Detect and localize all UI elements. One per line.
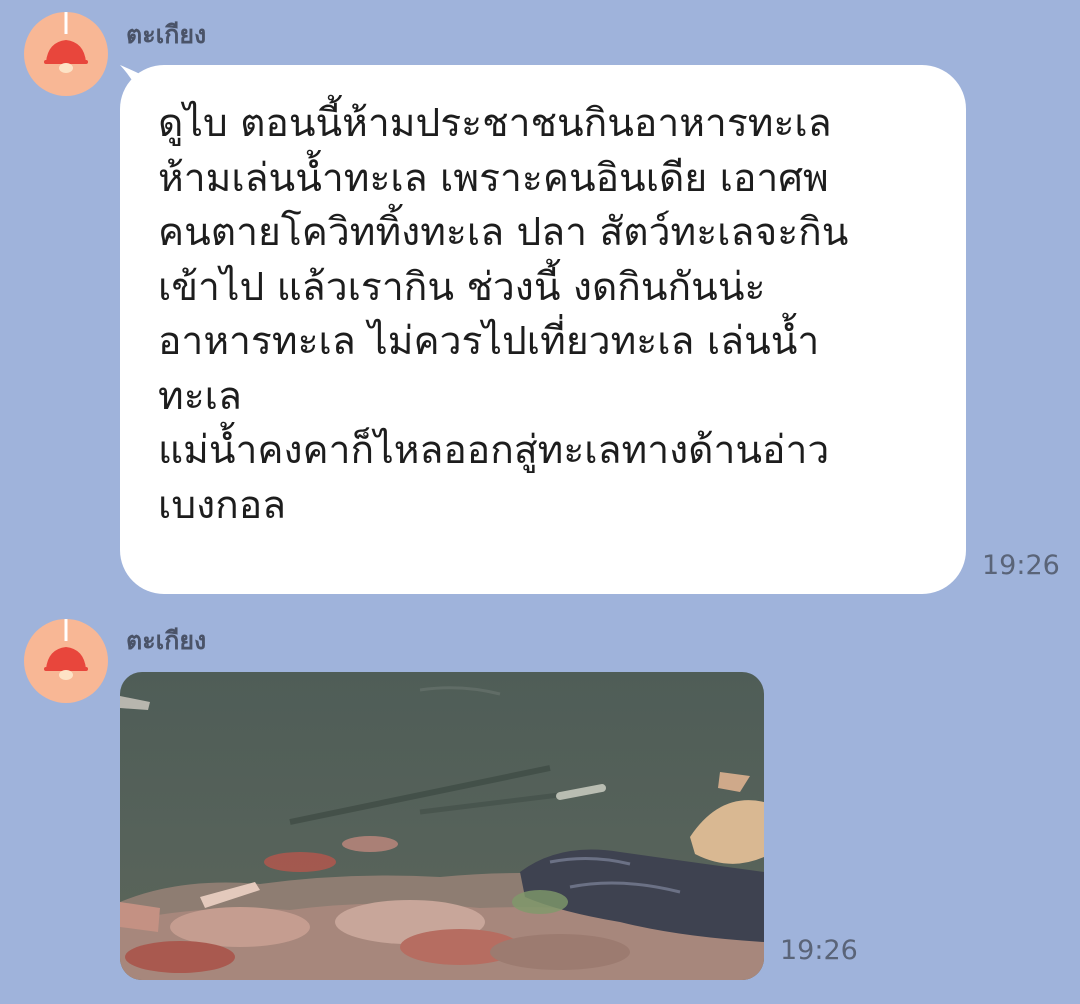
sender-name: ตะเกียง xyxy=(126,20,207,49)
river-photo xyxy=(120,672,764,980)
lamp-icon xyxy=(44,12,88,73)
message-text: ดูไบ ตอนนี้ห้ามประชาชนกินอาหารทะเล ห้ามเ… xyxy=(158,101,849,528)
lamp-icon xyxy=(44,619,88,680)
sender-name: ตะเกียง xyxy=(126,626,207,655)
message-time: 19:26 xyxy=(780,935,858,966)
sender-avatar[interactable] xyxy=(24,619,108,703)
sender-avatar[interactable] xyxy=(24,12,108,96)
message-bubble[interactable]: ดูไบ ตอนนี้ห้ามประชาชนกินอาหารทะเล ห้ามเ… xyxy=(120,65,966,594)
message-time: 19:26 xyxy=(982,550,1060,581)
message-photo[interactable] xyxy=(120,672,764,980)
